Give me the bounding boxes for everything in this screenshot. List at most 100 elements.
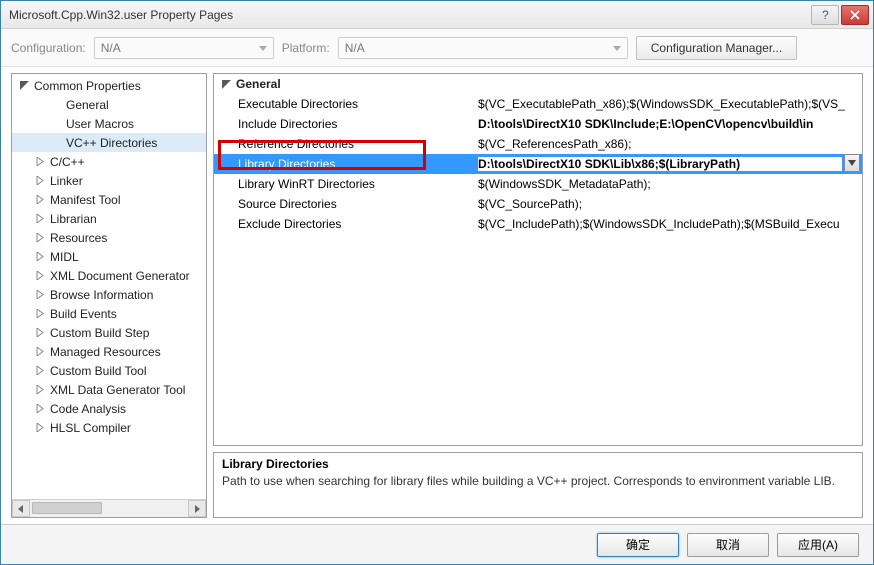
- tree-item[interactable]: MIDL: [12, 247, 206, 266]
- expand-icon[interactable]: [34, 270, 46, 282]
- expand-icon[interactable]: [34, 213, 46, 225]
- tree-item[interactable]: VC++ Directories: [12, 133, 206, 152]
- tree-item[interactable]: Custom Build Tool: [12, 361, 206, 380]
- tree-label: Managed Resources: [48, 345, 161, 359]
- platform-combo[interactable]: N/A: [338, 37, 628, 59]
- tree-root[interactable]: Common Properties: [12, 76, 206, 95]
- expand-icon[interactable]: [34, 289, 46, 301]
- tree-label: Linker: [48, 174, 83, 188]
- property-name: Library Directories: [238, 157, 478, 171]
- ok-button[interactable]: 确定: [597, 533, 679, 557]
- tree-item[interactable]: Code Analysis: [12, 399, 206, 418]
- configuration-combo[interactable]: N/A: [94, 37, 274, 59]
- property-value[interactable]: $(VC_ExecutablePath_x86);$(WindowsSDK_Ex…: [478, 97, 862, 111]
- tree-item[interactable]: Build Events: [12, 304, 206, 323]
- tree-item[interactable]: Manifest Tool: [12, 190, 206, 209]
- tree-item[interactable]: Librarian: [12, 209, 206, 228]
- top-toolbar: Configuration: N/A Platform: N/A Configu…: [1, 29, 873, 67]
- close-button[interactable]: [841, 5, 869, 25]
- tree-item[interactable]: XML Document Generator: [12, 266, 206, 285]
- tree-item[interactable]: XML Data Generator Tool: [12, 380, 206, 399]
- tree-label: Code Analysis: [48, 402, 126, 416]
- description-panel: Library Directories Path to use when sea…: [213, 452, 863, 518]
- expand-icon[interactable]: [34, 365, 46, 377]
- grid-group-label: General: [236, 77, 281, 91]
- grid-group-header[interactable]: General: [214, 74, 862, 94]
- platform-label: Platform:: [282, 41, 330, 55]
- tree-item[interactable]: Managed Resources: [12, 342, 206, 361]
- svg-text:?: ?: [822, 10, 829, 20]
- scroll-track[interactable]: [30, 500, 188, 517]
- configuration-label: Configuration:: [11, 41, 86, 55]
- tree-label: Browse Information: [48, 288, 153, 302]
- spacer: [50, 99, 62, 111]
- help-button[interactable]: ?: [811, 5, 839, 25]
- property-name: Source Directories: [238, 197, 478, 211]
- property-name: Include Directories: [238, 117, 478, 131]
- cancel-button[interactable]: 取消: [687, 533, 769, 557]
- spacer: [50, 137, 62, 149]
- dropdown-icon[interactable]: [844, 154, 860, 172]
- property-value[interactable]: $(VC_IncludePath);$(WindowsSDK_IncludePa…: [478, 217, 862, 231]
- apply-button[interactable]: 应用(A): [777, 533, 859, 557]
- property-value[interactable]: $(VC_SourcePath);: [478, 197, 862, 211]
- horizontal-scrollbar[interactable]: [12, 499, 206, 517]
- expand-icon[interactable]: [34, 327, 46, 339]
- description-title: Library Directories: [222, 457, 854, 471]
- property-grid: General Executable Directories$(VC_Execu…: [213, 73, 863, 446]
- tree-item[interactable]: C/C++: [12, 152, 206, 171]
- property-name: Executable Directories: [238, 97, 478, 111]
- property-pages-window: Microsoft.Cpp.Win32.user Property Pages …: [0, 0, 874, 565]
- expand-icon[interactable]: [34, 156, 46, 168]
- tree-item[interactable]: Resources: [12, 228, 206, 247]
- tree-label: Manifest Tool: [48, 193, 120, 207]
- configuration-manager-button[interactable]: Configuration Manager...: [636, 36, 797, 60]
- property-row[interactable]: Exclude Directories$(VC_IncludePath);$(W…: [214, 214, 862, 234]
- scroll-thumb[interactable]: [32, 502, 102, 514]
- window-title: Microsoft.Cpp.Win32.user Property Pages: [9, 8, 809, 22]
- property-value[interactable]: D:\tools\DirectX10 SDK\Lib\x86;$(Library…: [478, 157, 842, 171]
- tree-label: C/C++: [48, 155, 85, 169]
- tree-body[interactable]: Common PropertiesGeneralUser MacrosVC++ …: [12, 74, 206, 499]
- tree-item[interactable]: Custom Build Step: [12, 323, 206, 342]
- tree-label: HLSL Compiler: [48, 421, 131, 435]
- expand-icon[interactable]: [34, 384, 46, 396]
- property-row[interactable]: Library DirectoriesD:\tools\DirectX10 SD…: [214, 154, 862, 174]
- collapse-icon[interactable]: [18, 80, 30, 92]
- expand-icon[interactable]: [34, 308, 46, 320]
- collapse-icon[interactable]: [220, 78, 232, 90]
- expand-icon[interactable]: [34, 422, 46, 434]
- expand-icon[interactable]: [34, 403, 46, 415]
- property-name: Reference Directories: [238, 137, 478, 151]
- tree-label: Custom Build Step: [48, 326, 149, 340]
- tree-item[interactable]: HLSL Compiler: [12, 418, 206, 437]
- expand-icon[interactable]: [34, 251, 46, 263]
- property-row[interactable]: Source Directories$(VC_SourcePath);: [214, 194, 862, 214]
- expand-icon[interactable]: [34, 232, 46, 244]
- tree-item[interactable]: Browse Information: [12, 285, 206, 304]
- tree-item[interactable]: General: [12, 95, 206, 114]
- property-value[interactable]: D:\tools\DirectX10 SDK\Include;E:\OpenCV…: [478, 117, 862, 131]
- dialog-button-bar: 确定 取消 应用(A): [1, 524, 873, 564]
- tree-label: XML Document Generator: [48, 269, 190, 283]
- expand-icon[interactable]: [34, 194, 46, 206]
- tree-label: Librarian: [48, 212, 97, 226]
- property-name: Library WinRT Directories: [238, 177, 478, 191]
- property-value[interactable]: $(VC_ReferencesPath_x86);: [478, 137, 862, 151]
- scroll-right-icon[interactable]: [188, 500, 206, 517]
- property-row[interactable]: Reference Directories$(VC_ReferencesPath…: [214, 134, 862, 154]
- expand-icon[interactable]: [34, 346, 46, 358]
- property-value[interactable]: $(WindowsSDK_MetadataPath);: [478, 177, 862, 191]
- tree-label: MIDL: [48, 250, 79, 264]
- property-row[interactable]: Include DirectoriesD:\tools\DirectX10 SD…: [214, 114, 862, 134]
- tree-label: Custom Build Tool: [48, 364, 147, 378]
- property-row[interactable]: Executable Directories$(VC_ExecutablePat…: [214, 94, 862, 114]
- property-name: Exclude Directories: [238, 217, 478, 231]
- tree-item[interactable]: User Macros: [12, 114, 206, 133]
- tree-label: Resources: [48, 231, 107, 245]
- expand-icon[interactable]: [34, 175, 46, 187]
- spacer: [50, 118, 62, 130]
- tree-item[interactable]: Linker: [12, 171, 206, 190]
- scroll-left-icon[interactable]: [12, 500, 30, 517]
- property-row[interactable]: Library WinRT Directories$(WindowsSDK_Me…: [214, 174, 862, 194]
